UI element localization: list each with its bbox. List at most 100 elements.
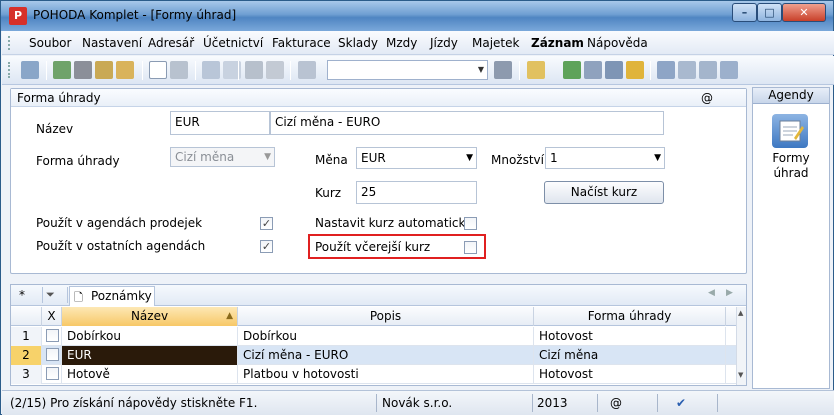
pohoda-logo-icon: P: [9, 7, 27, 25]
window-icon[interactable]: [699, 61, 717, 79]
menu-adresar[interactable]: Adresář: [148, 36, 194, 50]
agendy-header: Agendy: [753, 88, 829, 104]
form-header: Forma úhrady @: [11, 89, 746, 107]
export-icon[interactable]: [116, 61, 134, 79]
new-record-icon[interactable]: [149, 61, 167, 79]
print-preview-icon[interactable]: [95, 61, 113, 79]
money-icon[interactable]: [563, 61, 581, 79]
mena-label: Měna: [315, 153, 348, 167]
nazev-name-field[interactable]: Cizí měna - EURO: [270, 111, 664, 135]
auto-kurz-label: Nastavit kurz automaticky: [315, 216, 473, 230]
menu-soubor[interactable]: Soubor: [29, 36, 71, 50]
column-popis-header[interactable]: Popis: [238, 307, 534, 326]
tab-poznamky[interactable]: 🗋 Poznámky: [69, 286, 155, 306]
row-checkbox-cell[interactable]: [42, 346, 62, 365]
cancel-icon[interactable]: [266, 61, 284, 79]
row-checkbox-cell[interactable]: [42, 365, 62, 384]
at-icon[interactable]: @: [701, 91, 713, 105]
notes-icon[interactable]: [678, 61, 696, 79]
cell-forma: Hotovost: [534, 327, 726, 346]
filter-icon[interactable]: [494, 61, 512, 79]
window-title: POHODA Komplet - [Formy úhrad]: [33, 8, 237, 22]
delete-icon[interactable]: [170, 61, 188, 79]
document-icon: 🗋: [74, 291, 83, 304]
table-row-selected[interactable]: 2 EUR Cizí měna - EURO Cizí měna: [11, 346, 736, 365]
column-x-header[interactable]: X: [42, 307, 62, 326]
cell-popis: Platbou v hotovosti: [238, 365, 534, 384]
nacist-kurz-button[interactable]: Načíst kurz: [544, 181, 664, 204]
menu-nastaveni[interactable]: Nastavení: [82, 36, 142, 50]
table-row[interactable]: 1 Dobírkou Dobírkou Hotovost: [11, 327, 736, 346]
row-checkbox[interactable]: [46, 348, 59, 361]
column-nazev-label: Název: [130, 309, 169, 323]
row-checkbox[interactable]: [46, 329, 59, 342]
print-icon[interactable]: [74, 61, 92, 79]
help-icon[interactable]: [720, 61, 738, 79]
scroll-right-icon[interactable]: ▶: [726, 288, 733, 298]
menu-sklady[interactable]: Sklady: [338, 36, 378, 50]
cell-nazev: EUR: [62, 346, 238, 365]
formy-uhrad-label[interactable]: Formy úhrad: [753, 151, 829, 181]
tab-star[interactable]: *: [19, 288, 25, 302]
chevron-down-icon[interactable]: ▼: [654, 153, 661, 163]
grid-panel: * ⏷ 🗋 Poznámky ◀ ▶ X Název ▲ Popis Forma…: [10, 284, 747, 386]
mena-select[interactable]: EUR ▼: [356, 147, 477, 169]
chevron-down-icon[interactable]: ▼: [475, 61, 487, 79]
coins-icon[interactable]: [626, 61, 644, 79]
checkmark-icon[interactable]: ✔: [676, 396, 686, 410]
chevron-down-icon[interactable]: ▼: [466, 153, 473, 163]
row-checkbox[interactable]: [46, 367, 59, 380]
title-bar[interactable]: P POHODA Komplet - [Formy úhrad] – □ ✕: [1, 1, 833, 31]
copy-icon[interactable]: [298, 61, 316, 79]
menu-majetek[interactable]: Majetek: [472, 36, 519, 50]
kurz-input[interactable]: 25: [356, 181, 477, 204]
column-forma-header[interactable]: Forma úhrady: [534, 307, 726, 326]
ostatnich-checkbox[interactable]: ✓: [260, 240, 273, 253]
row-checkbox-cell[interactable]: [42, 327, 62, 346]
nazev-code-field[interactable]: EUR: [170, 111, 270, 135]
save-icon[interactable]: [245, 61, 263, 79]
menu-fakturace[interactable]: Fakturace: [272, 36, 331, 50]
filter-icon[interactable]: ⏷: [46, 288, 55, 302]
menu-napoveda[interactable]: Nápověda: [587, 36, 648, 50]
scroll-up-icon[interactable]: ▲: [738, 309, 743, 317]
sort-ascending-icon: ▲: [226, 311, 233, 321]
forma-uhrady-select[interactable]: Cizí měna ▼: [170, 147, 275, 167]
maximize-button[interactable]: □: [757, 3, 782, 22]
auto-kurz-checkbox[interactable]: [464, 217, 477, 230]
refresh-icon[interactable]: [53, 61, 71, 79]
calculator-icon[interactable]: [584, 61, 602, 79]
menu-zaznam[interactable]: Záznam: [531, 36, 584, 50]
forma-uhrady-value: Cizí měna: [175, 150, 235, 164]
chevron-down-icon[interactable]: ▼: [264, 152, 271, 162]
menu-ucetnictvi[interactable]: Účetnictví: [203, 36, 263, 50]
scroll-down-icon[interactable]: ▼: [738, 371, 743, 379]
minimize-button[interactable]: –: [732, 3, 757, 22]
cell-forma: Hotovost: [534, 365, 726, 384]
cell-popis: Dobírkou: [238, 327, 534, 346]
rownum-header: [11, 307, 42, 326]
folder-icon[interactable]: [527, 61, 545, 79]
prodejek-checkbox[interactable]: ✓: [260, 217, 273, 230]
vcerejsi-kurz-checkbox[interactable]: [464, 241, 477, 254]
calendar-icon[interactable]: [605, 61, 623, 79]
vertical-scrollbar[interactable]: ▲ ▼: [736, 307, 746, 385]
status-separator: [532, 394, 533, 412]
message-icon[interactable]: [657, 61, 675, 79]
close-button[interactable]: ✕: [782, 3, 826, 22]
menu-mzdy[interactable]: Mzdy: [386, 36, 417, 50]
status-year: 2013: [537, 396, 568, 410]
table-row[interactable]: 3 Hotově Platbou v hotovosti Hotovost: [11, 365, 736, 384]
quick-search-combo[interactable]: ▼: [327, 60, 488, 80]
ostatnich-label: Použít v ostatních agendách: [36, 239, 206, 253]
exit-icon[interactable]: [21, 61, 39, 79]
formy-uhrad-icon[interactable]: [772, 114, 808, 148]
scroll-left-icon[interactable]: ◀: [708, 288, 715, 298]
status-at-icon[interactable]: @: [610, 396, 622, 410]
row-number: 1: [11, 327, 42, 346]
column-nazev-header[interactable]: Název ▲: [62, 307, 238, 326]
toolbar-separator: [290, 61, 291, 80]
menu-jizdy[interactable]: Jízdy: [430, 36, 458, 50]
back-arrow-icon[interactable]: [202, 61, 220, 79]
mnozstvi-select[interactable]: 1 ▼: [545, 147, 665, 169]
